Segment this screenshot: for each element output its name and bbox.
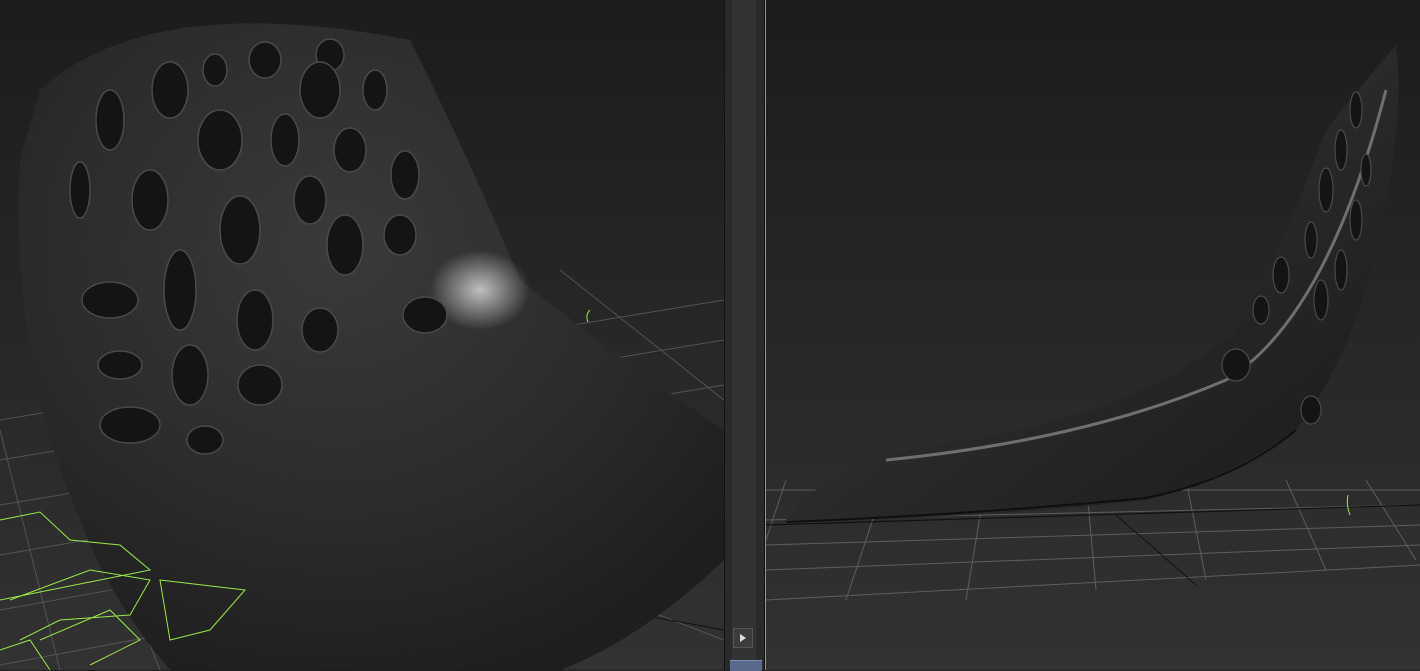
chair-shell-side	[786, 45, 1399, 520]
viewport-left-scene	[0, 23, 724, 670]
viewport-left[interactable]	[0, 0, 724, 670]
active-tab-indicator[interactable]	[730, 660, 762, 671]
viewport-right-scene	[766, 45, 1420, 601]
viewport-right[interactable]	[765, 0, 1420, 670]
play-icon	[740, 634, 746, 642]
play-button[interactable]	[733, 628, 753, 648]
side-strip	[732, 0, 756, 670]
